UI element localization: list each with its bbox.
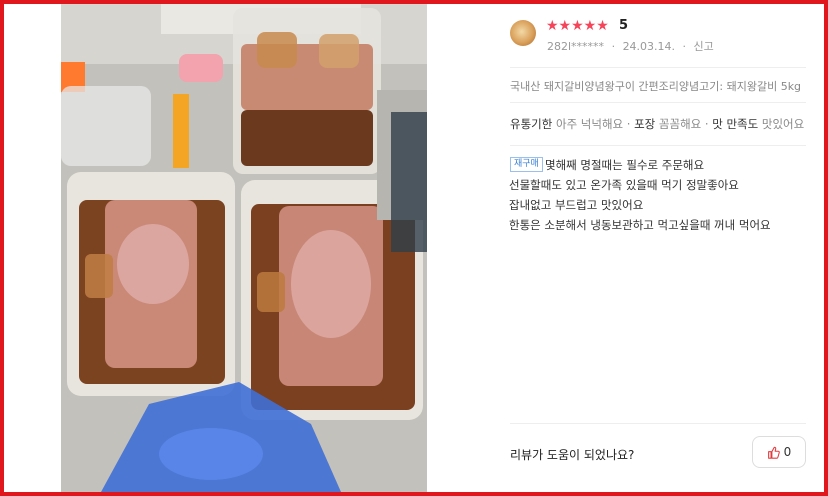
reviewer-id: 282l****** [547,40,605,53]
review-line: 잡내없고 부드럽고 맛있어요 [509,198,644,212]
left-margin [4,4,60,492]
rating-score: 5 [619,18,629,33]
review-date: 24.03.14. [622,40,676,53]
report-link[interactable]: 신고 [694,40,714,53]
opinion-taste-label: 맛 만족도 [712,117,759,131]
opinion-packaging-label: 포장 [634,117,656,131]
opinion-expiry-value: 아주 넉넉해요 [555,117,624,131]
review-line: 한통은 소분해서 냉동보관하고 먹고싶을때 꺼내 먹어요 [509,218,771,232]
divider [510,102,806,103]
review-line: 선물할때도 있고 온가족 있을때 먹기 정말좋아요 [509,178,739,192]
review-photo-image [61,4,427,492]
opinion-expiry-label: 유통기한 [510,117,553,131]
thumbs-up-icon [767,446,780,459]
meta-separator: · [682,40,687,53]
right-margin [427,4,487,492]
helpful-question: 리뷰가 도움이 되었나요? [510,448,635,462]
divider [510,67,806,68]
like-button[interactable]: 0 [752,436,806,468]
avatar [510,20,536,46]
divider [510,423,806,424]
review-line: 몇해째 명절때는 필수로 주문해요 [545,158,705,172]
meta-separator: · [611,40,616,53]
divider [510,145,806,146]
review-photo[interactable] [61,4,427,492]
opinion-taste-value: 맛있어요 [761,117,805,131]
review-panel: ★★★★★ 5 282l****** · 24.03.14. · 신고 국내산 … [488,4,824,492]
like-count: 0 [783,445,792,459]
review-text: 몇해째 명절때는 필수로 주문해요 선물할때도 있고 온가족 있을때 먹기 정말… [509,155,809,235]
repurchase-badge: 재구매 [510,157,543,172]
review-opinions: 유통기한 아주 넉넉해요 · 포장 꼼꼼해요 · 맛 만족도 맛있어요 [510,117,805,131]
product-option: 국내산 돼지갈비양념왕구이 간편조리양념고기: 돼지왕갈비 5kg [510,80,802,93]
opinion-packaging-value: 꼼꼼해요 [658,117,702,131]
star-rating: ★★★★★ [546,18,609,34]
review-meta: 282l****** · 24.03.14. · 신고 [547,38,714,54]
